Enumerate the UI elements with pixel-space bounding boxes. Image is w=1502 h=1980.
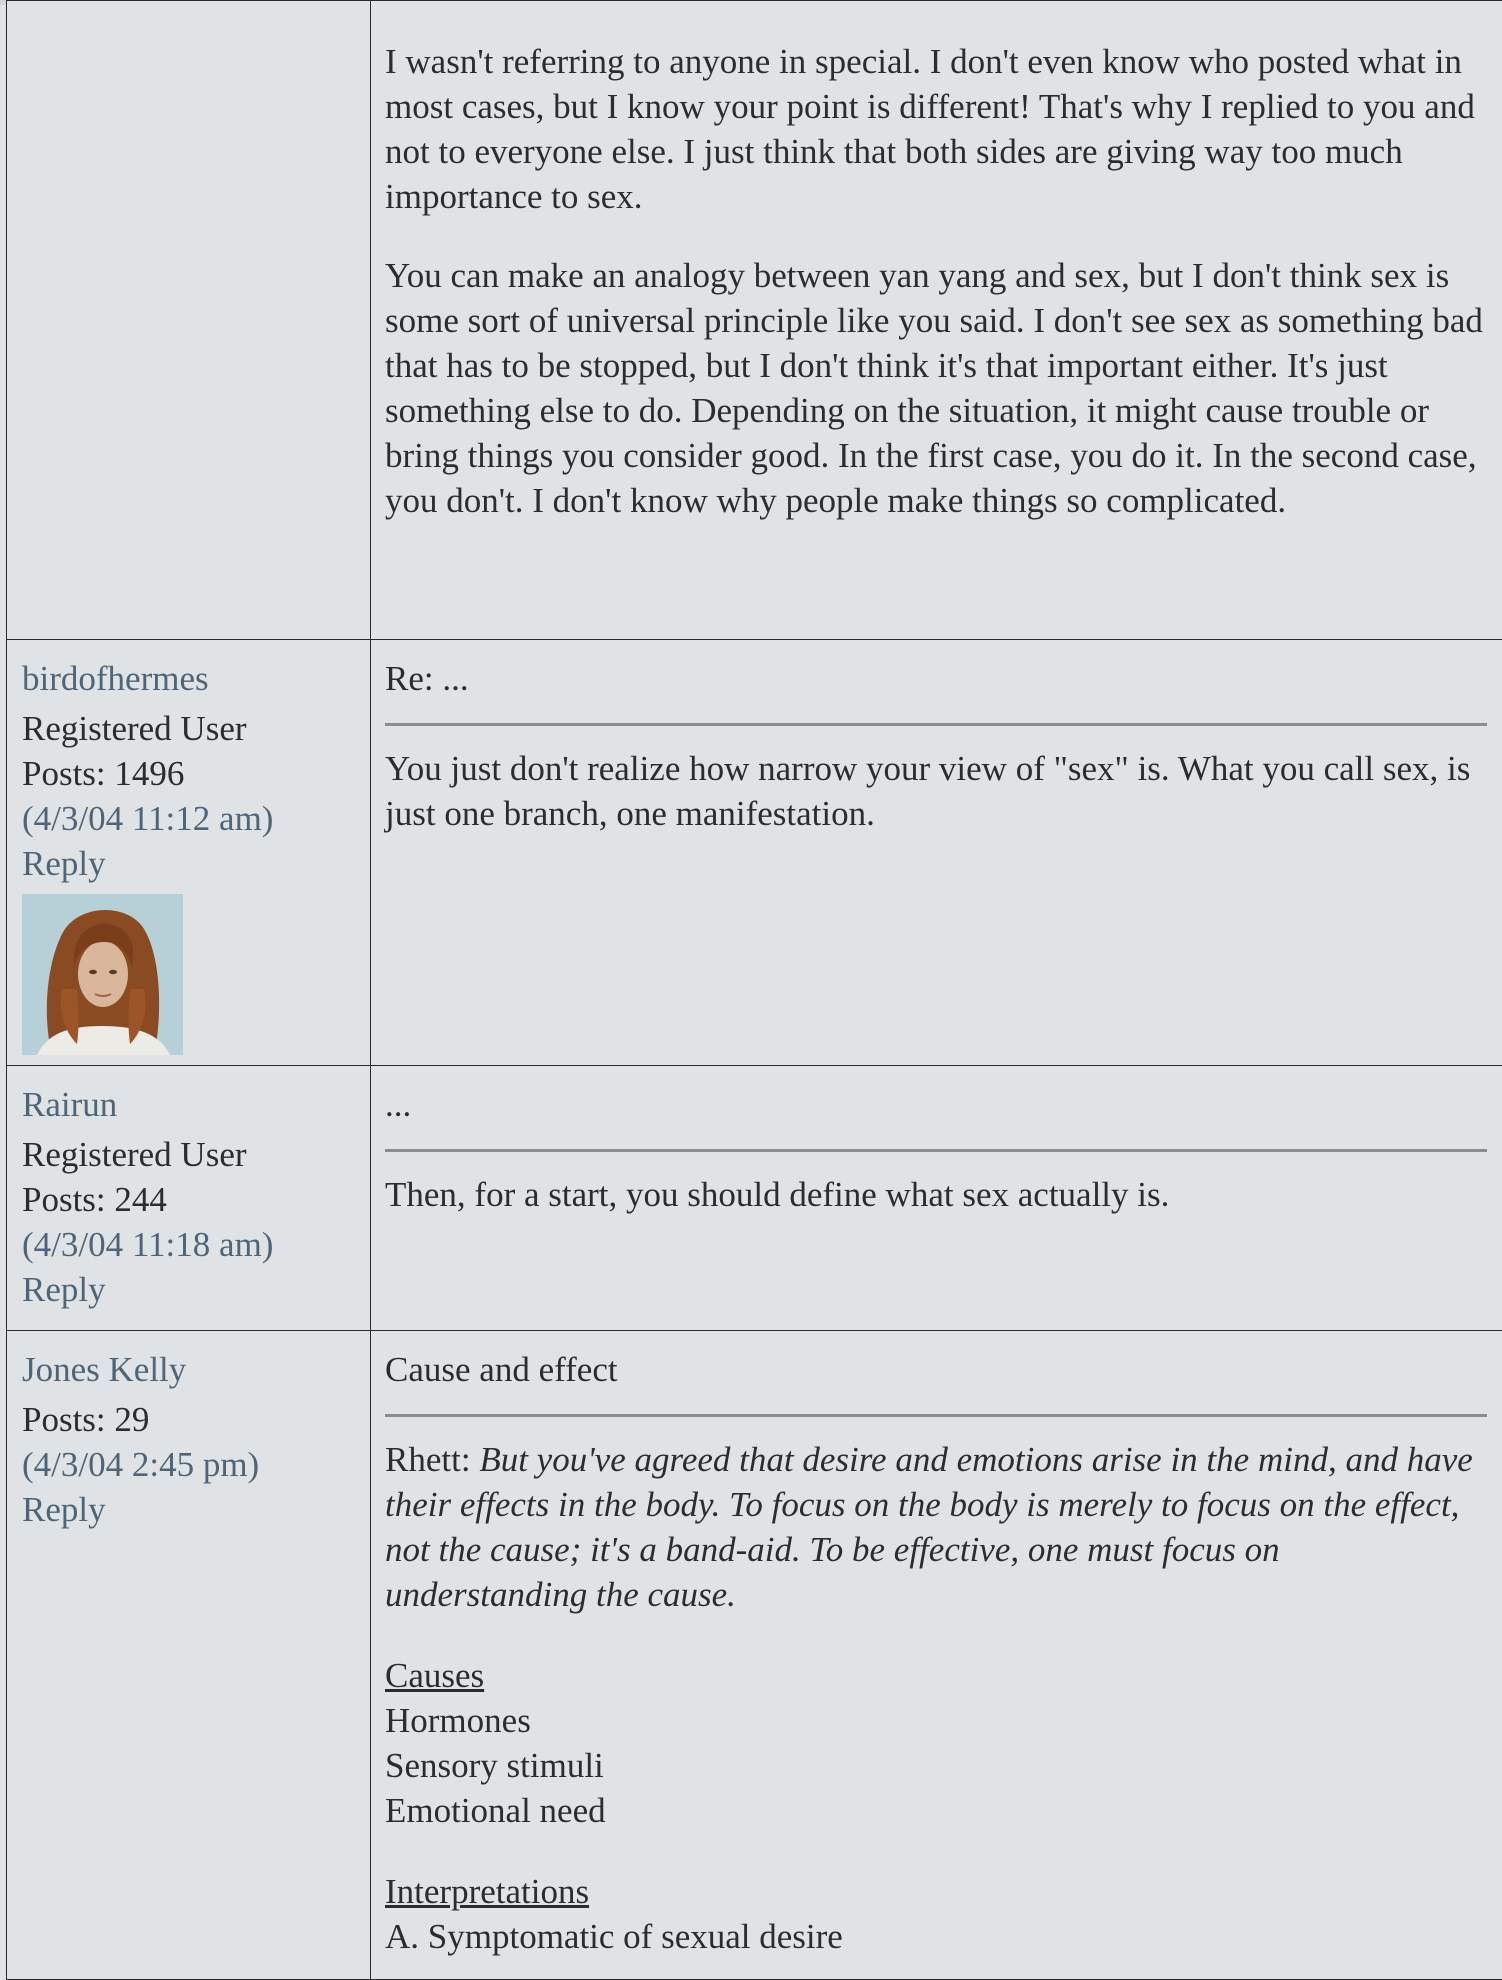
- quote-text: But you've agreed that desire and emotio…: [385, 1440, 1473, 1614]
- post-row: Jones Kelly Posts: 29 (4/3/04 2:45 pm) R…: [7, 1331, 1502, 1980]
- author-name-link[interactable]: Rairun: [22, 1082, 370, 1127]
- post-body: Cause and effect Rhett: But you've agree…: [371, 1331, 1502, 1979]
- post-body-cell: Re: ... You just don't realize how narro…: [371, 640, 1502, 1066]
- post-row: Rairun Registered User Posts: 244 (4/3/0…: [7, 1066, 1502, 1331]
- interpretations-heading: Interpretations: [385, 1869, 1487, 1914]
- title-divider: [385, 723, 1487, 726]
- thread-table: I wasn't referring to anyone in special.…: [6, 0, 1502, 1980]
- author-name-link[interactable]: Jones Kelly: [22, 1347, 370, 1392]
- reply-link[interactable]: Reply: [22, 1487, 370, 1532]
- causes-block: Causes Hormones Sensory stimuli Emotiona…: [385, 1653, 1487, 1833]
- post-date-link[interactable]: (4/3/04 11:18 am): [22, 1222, 370, 1267]
- post-paragraph: I wasn't referring to anyone in special.…: [385, 39, 1487, 219]
- causes-heading: Causes: [385, 1653, 1487, 1698]
- author-cell-empty: [7, 1, 371, 640]
- title-divider: [385, 1414, 1487, 1417]
- avatar: [22, 894, 183, 1055]
- author-info: Rairun Registered User Posts: 244 (4/3/0…: [7, 1066, 370, 1322]
- title-divider: [385, 1149, 1487, 1152]
- reply-link[interactable]: Reply: [22, 841, 370, 886]
- post-body-cell: I wasn't referring to anyone in special.…: [371, 1, 1502, 640]
- cause-item: Sensory stimuli: [385, 1743, 1487, 1788]
- interpretation-item: A. Symptomatic of sexual desire: [385, 1914, 1487, 1959]
- author-info: birdofhermes Registered User Posts: 1496…: [7, 640, 370, 1065]
- author-role: Registered User: [22, 706, 370, 751]
- post-row: birdofhermes Registered User Posts: 1496…: [7, 640, 1502, 1066]
- cause-item: Emotional need: [385, 1788, 1487, 1833]
- author-cell: birdofhermes Registered User Posts: 1496…: [7, 640, 371, 1066]
- reply-link[interactable]: Reply: [22, 1267, 370, 1312]
- author-post-count: Posts: 1496: [22, 751, 370, 796]
- cause-item: Hormones: [385, 1698, 1487, 1743]
- quoted-paragraph: Rhett: But you've agreed that desire and…: [385, 1437, 1487, 1617]
- interpretations-block: Interpretations A. Symptomatic of sexual…: [385, 1869, 1487, 1959]
- author-name-link[interactable]: birdofhermes: [22, 656, 370, 701]
- post-row: I wasn't referring to anyone in special.…: [7, 1, 1502, 640]
- post-date-link[interactable]: (4/3/04 11:12 am): [22, 796, 370, 841]
- author-cell: Rairun Registered User Posts: 244 (4/3/0…: [7, 1066, 371, 1331]
- quote-attribution: Rhett:: [385, 1440, 479, 1479]
- post-body: Re: ... You just don't realize how narro…: [371, 640, 1502, 856]
- post-body-cell: ... Then, for a start, you should define…: [371, 1066, 1502, 1331]
- author-post-count: Posts: 244: [22, 1177, 370, 1222]
- post-date-link[interactable]: (4/3/04 2:45 pm): [22, 1442, 370, 1487]
- post-paragraph: Then, for a start, you should define wha…: [385, 1172, 1487, 1217]
- author-info: Jones Kelly Posts: 29 (4/3/04 2:45 pm) R…: [7, 1331, 370, 1542]
- post-paragraph: You just don't realize how narrow your v…: [385, 746, 1487, 836]
- author-cell: Jones Kelly Posts: 29 (4/3/04 2:45 pm) R…: [7, 1331, 371, 1980]
- post-title: Re: ...: [385, 656, 1487, 701]
- post-body: ... Then, for a start, you should define…: [371, 1066, 1502, 1237]
- author-post-count: Posts: 29: [22, 1397, 370, 1442]
- post-paragraph: You can make an analogy between yan yang…: [385, 253, 1487, 523]
- post-title: ...: [385, 1082, 1487, 1127]
- post-title: Cause and effect: [385, 1347, 1487, 1392]
- author-role: Registered User: [22, 1132, 370, 1177]
- post-body: I wasn't referring to anyone in special.…: [371, 1, 1502, 543]
- post-body-cell: Cause and effect Rhett: But you've agree…: [371, 1331, 1502, 1980]
